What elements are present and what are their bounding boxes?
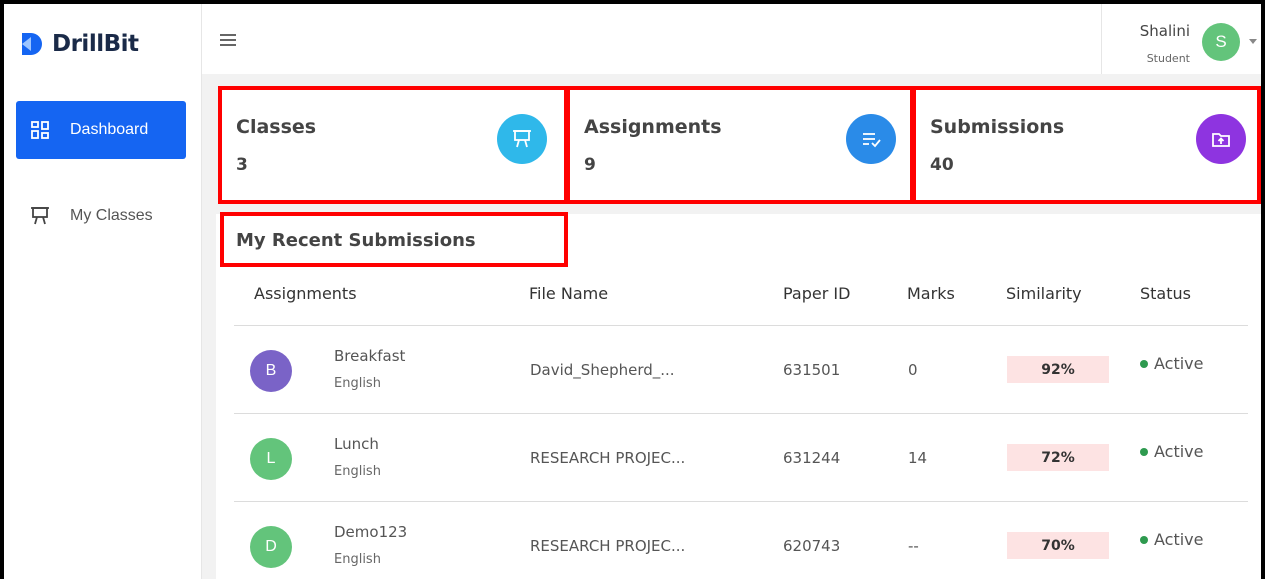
similarity-badge[interactable]: 70%: [1007, 532, 1109, 559]
avatar: B: [250, 350, 292, 392]
status-text: Active: [1154, 442, 1204, 461]
column-header-status[interactable]: Status: [1140, 284, 1191, 303]
paper-id: 631501: [783, 361, 841, 379]
status-dot-icon: [1140, 535, 1148, 544]
avatar: D: [250, 526, 292, 568]
presentation-board-icon: [497, 114, 547, 164]
checklist-icon: [846, 114, 896, 164]
column-header-assignments[interactable]: Assignments: [254, 284, 357, 303]
stat-card-submissions[interactable]: Submissions 40: [912, 86, 1261, 204]
marks: 14: [908, 449, 928, 467]
status-text: Active: [1154, 354, 1204, 373]
marks: --: [908, 537, 919, 555]
brand-logo[interactable]: DrillBit: [18, 24, 139, 64]
panel-title: My Recent Submissions: [236, 230, 476, 251]
stat-card-title: Submissions: [930, 116, 1065, 138]
sidebar: DrillBit Dashboard My Classes: [4, 4, 202, 579]
file-name[interactable]: David_Shepherd_...: [530, 361, 675, 379]
sidebar-item-label: Dashboard: [70, 121, 149, 138]
sidebar-item-label: My Classes: [70, 207, 153, 224]
assignment-subject: English: [334, 552, 381, 567]
stat-card-assignments[interactable]: Assignments 9: [566, 86, 914, 204]
status-badge: Active: [1140, 442, 1204, 461]
stat-card-count: 9: [584, 155, 596, 175]
user-name: Shalini: [1139, 22, 1190, 40]
avatar[interactable]: S: [1202, 23, 1240, 61]
stat-card-classes[interactable]: Classes 3: [218, 86, 568, 204]
drillbit-logo-icon: [22, 33, 42, 55]
stat-card-title: Assignments: [584, 116, 722, 138]
status-dot-icon: [1140, 359, 1148, 368]
similarity-badge[interactable]: 72%: [1007, 444, 1109, 471]
file-name[interactable]: RESEARCH PROJEC...: [530, 537, 685, 555]
menu-toggle-icon[interactable]: [220, 34, 236, 46]
marks: 0: [908, 361, 918, 379]
row-divider: [234, 325, 1248, 326]
row-divider: [234, 501, 1248, 502]
assignment-subject: English: [334, 376, 381, 391]
presentation-board-icon: [28, 206, 52, 226]
status-badge: Active: [1140, 354, 1204, 373]
stat-card-count: 40: [930, 155, 954, 175]
folder-upload-icon: [1196, 114, 1246, 164]
user-menu[interactable]: Shalini Student S: [1101, 4, 1261, 74]
dashboard-grid-icon: [28, 121, 52, 139]
sidebar-item-dashboard[interactable]: Dashboard: [16, 101, 186, 159]
assignment-subject: English: [334, 464, 381, 479]
stat-card-count: 3: [236, 155, 248, 175]
status-text: Active: [1154, 530, 1204, 549]
chevron-down-icon[interactable]: [1249, 39, 1257, 44]
column-header-paper-id[interactable]: Paper ID: [783, 284, 850, 303]
column-header-file-name[interactable]: File Name: [529, 284, 608, 303]
avatar: L: [250, 438, 292, 480]
file-name[interactable]: RESEARCH PROJEC...: [530, 449, 685, 467]
paper-id: 631244: [783, 449, 841, 467]
sidebar-item-my-classes[interactable]: My Classes: [16, 187, 186, 245]
column-header-similarity[interactable]: Similarity: [1006, 284, 1082, 303]
brand-name: DrillBit: [52, 31, 139, 57]
app-frame: DrillBit Dashboard My Classes Shalini St…: [4, 4, 1261, 579]
status-dot-icon: [1140, 447, 1148, 456]
assignment-name[interactable]: Demo123: [334, 523, 407, 541]
user-role: Student: [1146, 52, 1190, 65]
assignment-name[interactable]: Lunch: [334, 435, 379, 453]
paper-id: 620743: [783, 537, 841, 555]
assignment-name[interactable]: Breakfast: [334, 347, 405, 365]
stat-card-title: Classes: [236, 116, 317, 138]
column-header-marks[interactable]: Marks: [907, 284, 955, 303]
status-badge: Active: [1140, 530, 1204, 549]
row-divider: [234, 413, 1248, 414]
similarity-badge[interactable]: 92%: [1007, 356, 1109, 383]
top-bar: Shalini Student S: [202, 4, 1261, 74]
